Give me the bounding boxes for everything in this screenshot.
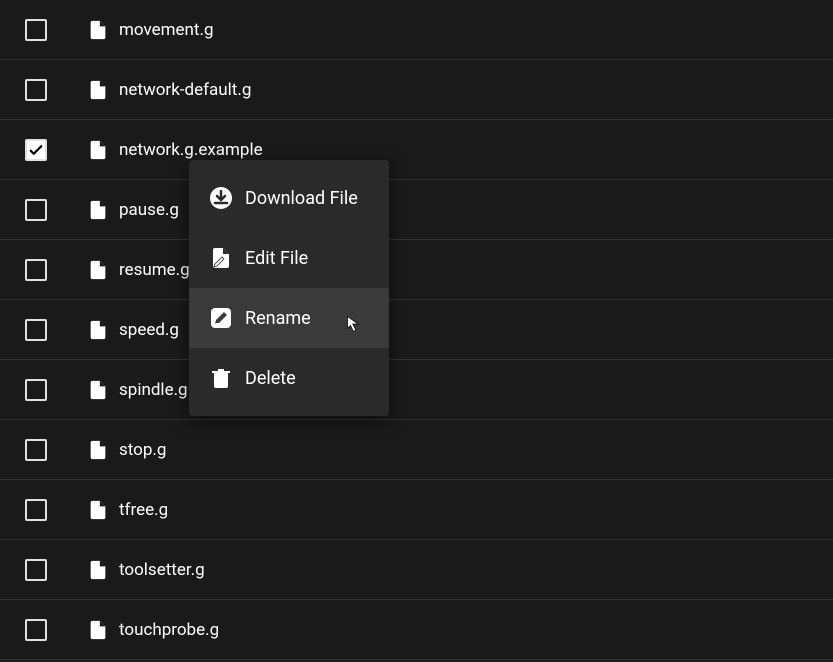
file-checkbox[interactable] (25, 199, 47, 221)
menu-item-label: Download File (245, 188, 358, 209)
download-icon (209, 186, 233, 210)
file-checkbox[interactable] (25, 79, 47, 101)
file-checkbox[interactable] (25, 439, 47, 461)
rename-icon (209, 306, 233, 330)
file-checkbox[interactable] (25, 19, 47, 41)
file-row[interactable]: tfree.g (0, 480, 833, 540)
file-name: movement.g (119, 20, 214, 40)
file-checkbox[interactable] (25, 319, 47, 341)
file-icon (87, 17, 109, 43)
file-row[interactable]: movement.g (0, 0, 833, 60)
menu-item-label: Rename (245, 308, 311, 329)
file-icon (87, 137, 109, 163)
menu-item-edit[interactable]: Edit File (189, 228, 389, 288)
file-name: spindle.g (119, 380, 188, 400)
file-row[interactable]: spindle.g (0, 360, 833, 420)
menu-item-delete[interactable]: Delete (189, 348, 389, 408)
file-row[interactable]: network-default.g (0, 60, 833, 120)
file-row[interactable]: touchprobe.g (0, 600, 833, 660)
file-name: touchprobe.g (119, 620, 219, 640)
file-name: network.g.example (119, 140, 263, 160)
file-checkbox[interactable] (25, 619, 47, 641)
file-checkbox[interactable] (25, 499, 47, 521)
file-list: movement.g network-default.g network.g.exa… (0, 0, 833, 660)
context-menu: Download File Edit File Rename Delete (189, 160, 389, 416)
file-icon (87, 257, 109, 283)
file-icon (87, 557, 109, 583)
file-icon (87, 377, 109, 403)
file-icon (87, 317, 109, 343)
file-checkbox[interactable] (25, 139, 47, 161)
menu-item-label: Delete (245, 368, 296, 389)
file-name: tfree.g (119, 500, 168, 520)
file-checkbox[interactable] (25, 259, 47, 281)
file-row[interactable]: toolsetter.g (0, 540, 833, 600)
file-name: speed.g (119, 320, 179, 340)
menu-item-download[interactable]: Download File (189, 168, 389, 228)
menu-item-label: Edit File (245, 248, 308, 269)
file-name: resume.g (119, 260, 190, 280)
file-name: pause.g (119, 200, 179, 220)
file-row[interactable]: stop.g (0, 420, 833, 480)
file-name: network-default.g (119, 80, 251, 100)
file-icon (87, 437, 109, 463)
file-row[interactable]: speed.g (0, 300, 833, 360)
menu-item-rename[interactable]: Rename (189, 288, 389, 348)
file-checkbox[interactable] (25, 559, 47, 581)
file-checkbox[interactable] (25, 379, 47, 401)
file-row[interactable]: network.g.example (0, 120, 833, 180)
delete-icon (209, 366, 233, 390)
file-name: toolsetter.g (119, 560, 205, 580)
edit-icon (209, 246, 233, 270)
file-name: stop.g (119, 440, 166, 460)
file-icon (87, 497, 109, 523)
file-icon (87, 77, 109, 103)
file-icon (87, 197, 109, 223)
file-row[interactable]: pause.g (0, 180, 833, 240)
file-icon (87, 617, 109, 643)
file-row[interactable]: resume.g (0, 240, 833, 300)
